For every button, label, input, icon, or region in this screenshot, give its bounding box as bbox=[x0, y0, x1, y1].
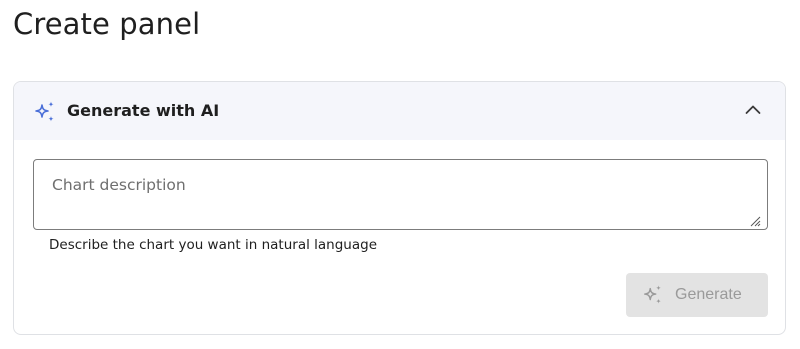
sparkle-icon bbox=[642, 284, 664, 306]
generate-button-label: Generate bbox=[675, 286, 742, 303]
sparkle-icon bbox=[33, 100, 57, 124]
generate-with-ai-panel: Generate with AI Describe the chart you … bbox=[13, 81, 786, 335]
page-title: Create panel bbox=[13, 7, 201, 41]
description-helper-text: Describe the chart you want in natural l… bbox=[49, 237, 378, 253]
ai-panel-header[interactable]: Generate with AI bbox=[14, 82, 785, 140]
chevron-up-icon[interactable] bbox=[743, 100, 763, 120]
resize-handle-icon[interactable] bbox=[750, 212, 761, 227]
chart-description-field bbox=[33, 159, 768, 230]
chart-description-input[interactable] bbox=[34, 160, 767, 229]
generate-button[interactable]: Generate bbox=[626, 273, 768, 317]
create-panel-page: Create panel Generate with AI Chart desc… bbox=[0, 0, 800, 349]
ai-panel-title: Generate with AI bbox=[67, 101, 220, 120]
